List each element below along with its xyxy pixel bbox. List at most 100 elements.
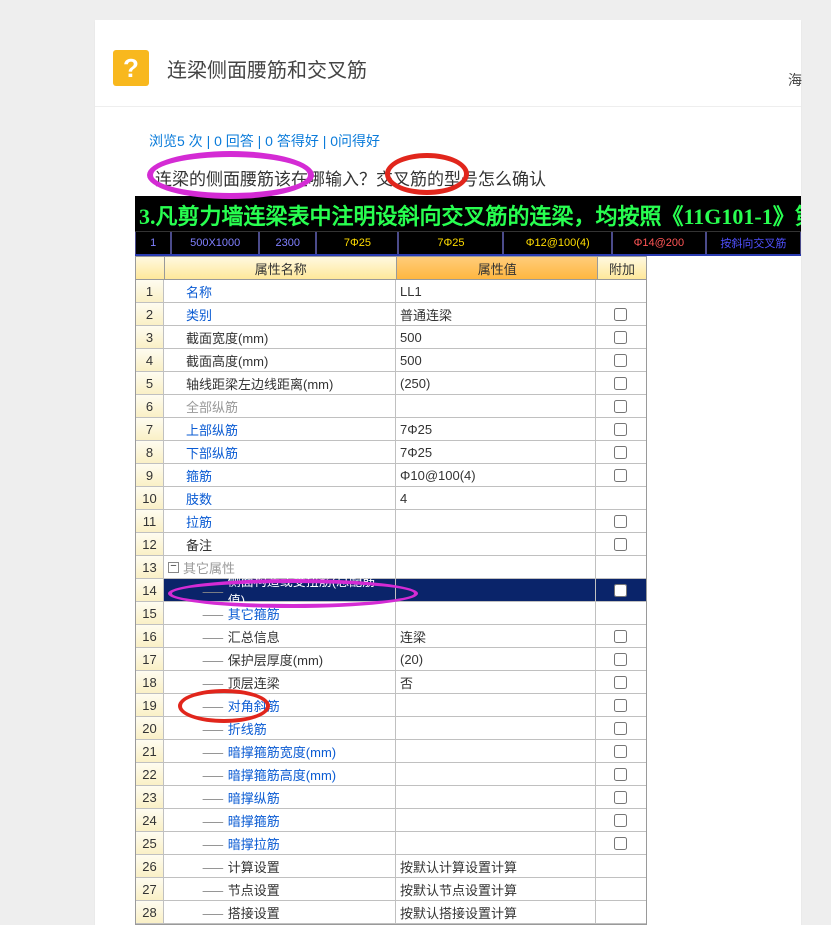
stats-line[interactable]: 浏览5 次 | 0 回答 | 0 答得好 | 0问得好	[149, 131, 801, 151]
row-value[interactable]: 500	[396, 349, 596, 371]
addon-checkbox[interactable]	[614, 837, 627, 850]
table-row[interactable]: 28⸺搭接设置按默认搭接设置计算	[136, 901, 646, 924]
row-value[interactable]: 按默认节点设置计算	[396, 878, 596, 900]
table-row[interactable]: 8下部纵筋7Φ25	[136, 441, 646, 464]
row-name[interactable]: ⸺汇总信息	[164, 625, 396, 647]
row-value[interactable]	[396, 763, 596, 785]
row-value[interactable]	[396, 740, 596, 762]
addon-checkbox[interactable]	[614, 423, 627, 436]
row-name[interactable]: 备注	[164, 533, 396, 555]
addon-checkbox[interactable]	[614, 446, 627, 459]
addon-checkbox[interactable]	[614, 331, 627, 344]
row-name[interactable]: ⸺其它箍筋	[164, 602, 396, 624]
row-name[interactable]: 箍筋	[164, 464, 396, 486]
addon-checkbox[interactable]	[614, 653, 627, 666]
row-value[interactable]: (20)	[396, 648, 596, 670]
collapse-icon[interactable]: −	[168, 562, 179, 573]
row-value[interactable]: 普通连梁	[396, 303, 596, 325]
table-row[interactable]: 18⸺顶层连梁否	[136, 671, 646, 694]
table-row[interactable]: 2类别普通连梁	[136, 303, 646, 326]
row-value[interactable]	[396, 832, 596, 854]
table-row[interactable]: 22⸺暗撑箍筋高度(mm)	[136, 763, 646, 786]
table-row[interactable]: 19⸺对角斜筋	[136, 694, 646, 717]
addon-checkbox[interactable]	[614, 791, 627, 804]
table-row[interactable]: 12备注	[136, 533, 646, 556]
row-name[interactable]: ⸺保护层厚度(mm)	[164, 648, 396, 670]
table-row[interactable]: 11拉筋	[136, 510, 646, 533]
table-row[interactable]: 5轴线距梁左边线距离(mm)(250)	[136, 372, 646, 395]
addon-checkbox[interactable]	[614, 745, 627, 758]
row-value[interactable]: 4	[396, 487, 596, 509]
row-value[interactable]: 7Φ25	[396, 441, 596, 463]
row-name[interactable]: 类别	[164, 303, 396, 325]
row-name[interactable]: ⸺节点设置	[164, 878, 396, 900]
row-value[interactable]: Φ10@100(4)	[396, 464, 596, 486]
table-row[interactable]: 15⸺其它箍筋	[136, 602, 646, 625]
row-name[interactable]: 拉筋	[164, 510, 396, 532]
row-value[interactable]	[396, 556, 596, 578]
table-row[interactable]: 16⸺汇总信息连梁	[136, 625, 646, 648]
table-row[interactable]: 14⸺侧面构造或受扭筋(总配筋值)	[136, 579, 646, 602]
row-name[interactable]: ⸺侧面构造或受扭筋(总配筋值)	[164, 579, 396, 601]
row-name[interactable]: ⸺暗撑箍筋高度(mm)	[164, 763, 396, 785]
row-value[interactable]: LL1	[396, 280, 596, 302]
addon-checkbox[interactable]	[614, 469, 627, 482]
addon-checkbox[interactable]	[614, 515, 627, 528]
addon-checkbox[interactable]	[614, 538, 627, 551]
row-name[interactable]: ⸺暗撑拉筋	[164, 832, 396, 854]
table-row[interactable]: 27⸺节点设置按默认节点设置计算	[136, 878, 646, 901]
addon-checkbox[interactable]	[614, 722, 627, 735]
row-value[interactable]: 500	[396, 326, 596, 348]
row-name[interactable]: ⸺暗撑纵筋	[164, 786, 396, 808]
table-row[interactable]: 25⸺暗撑拉筋	[136, 832, 646, 855]
row-value[interactable]: (250)	[396, 372, 596, 394]
row-name[interactable]: ⸺顶层连梁	[164, 671, 396, 693]
addon-checkbox[interactable]	[614, 630, 627, 643]
row-value[interactable]: 7Φ25	[396, 418, 596, 440]
addon-checkbox[interactable]	[614, 699, 627, 712]
addon-checkbox[interactable]	[614, 676, 627, 689]
row-value[interactable]	[396, 717, 596, 739]
addon-checkbox[interactable]	[614, 377, 627, 390]
row-value[interactable]	[396, 809, 596, 831]
row-value[interactable]: 否	[396, 671, 596, 693]
table-row[interactable]: 21⸺暗撑箍筋宽度(mm)	[136, 740, 646, 763]
row-name[interactable]: 轴线距梁左边线距离(mm)	[164, 372, 396, 394]
row-value[interactable]: 按默认搭接设置计算	[396, 901, 596, 923]
row-value[interactable]	[396, 786, 596, 808]
table-row[interactable]: 17⸺保护层厚度(mm)(20)	[136, 648, 646, 671]
row-name[interactable]: 肢数	[164, 487, 396, 509]
row-name[interactable]: ⸺暗撑箍筋宽度(mm)	[164, 740, 396, 762]
row-value[interactable]: 按默认计算设置计算	[396, 855, 596, 877]
addon-checkbox[interactable]	[614, 584, 627, 597]
addon-checkbox[interactable]	[614, 308, 627, 321]
table-row[interactable]: 20⸺折线筋	[136, 717, 646, 740]
row-name[interactable]: ⸺暗撑箍筋	[164, 809, 396, 831]
table-row[interactable]: 23⸺暗撑纵筋	[136, 786, 646, 809]
row-name[interactable]: 名称	[164, 280, 396, 302]
row-name[interactable]: 下部纵筋	[164, 441, 396, 463]
row-value[interactable]: 连梁	[396, 625, 596, 647]
row-value[interactable]	[396, 579, 596, 601]
table-row[interactable]: 3截面宽度(mm)500	[136, 326, 646, 349]
row-value[interactable]	[396, 602, 596, 624]
table-row[interactable]: 10肢数4	[136, 487, 646, 510]
table-row[interactable]: 9箍筋Φ10@100(4)	[136, 464, 646, 487]
row-name[interactable]: 全部纵筋	[164, 395, 396, 417]
row-value[interactable]	[396, 395, 596, 417]
table-row[interactable]: 4截面高度(mm)500	[136, 349, 646, 372]
table-row[interactable]: 7上部纵筋7Φ25	[136, 418, 646, 441]
addon-checkbox[interactable]	[614, 400, 627, 413]
row-name[interactable]: 截面宽度(mm)	[164, 326, 396, 348]
addon-checkbox[interactable]	[614, 814, 627, 827]
row-value[interactable]	[396, 510, 596, 532]
table-row[interactable]: 24⸺暗撑箍筋	[136, 809, 646, 832]
table-row[interactable]: 1名称LL1	[136, 280, 646, 303]
table-row[interactable]: 13−其它属性	[136, 556, 646, 579]
addon-checkbox[interactable]	[614, 768, 627, 781]
row-name[interactable]: ⸺搭接设置	[164, 901, 396, 923]
row-name[interactable]: ⸺对角斜筋	[164, 694, 396, 716]
addon-checkbox[interactable]	[614, 354, 627, 367]
row-name[interactable]: 上部纵筋	[164, 418, 396, 440]
row-name[interactable]: ⸺折线筋	[164, 717, 396, 739]
